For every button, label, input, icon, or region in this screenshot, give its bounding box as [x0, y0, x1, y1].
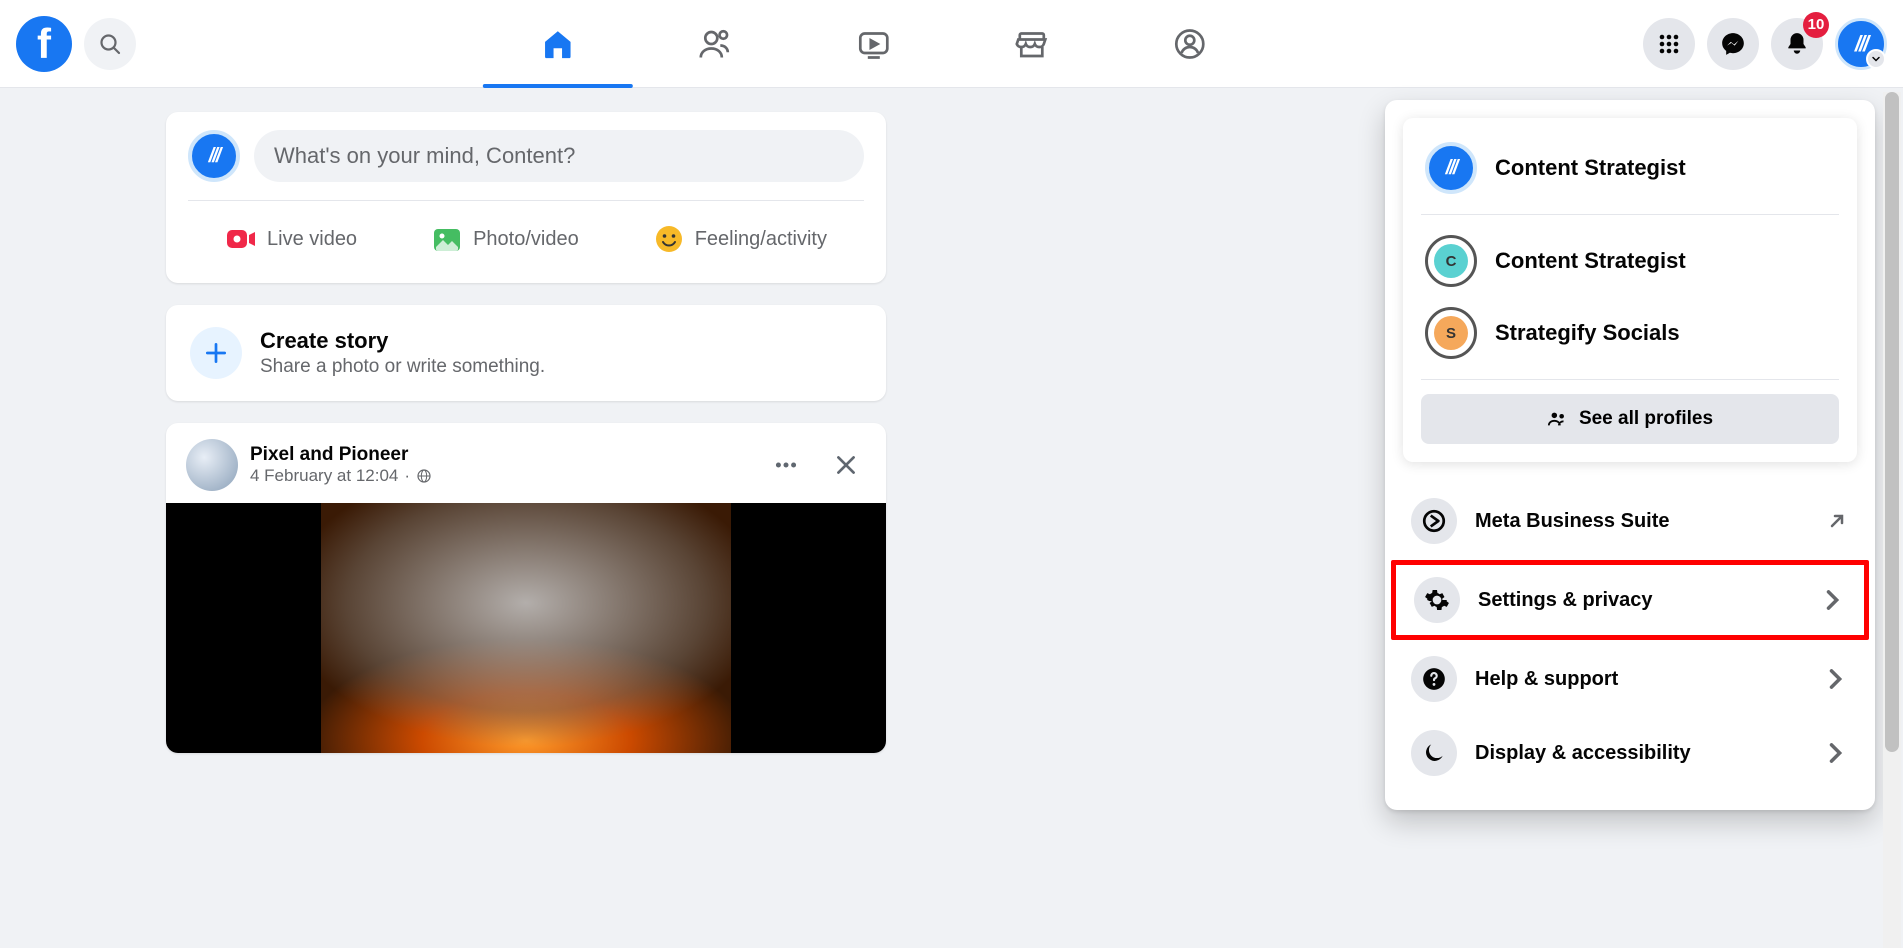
divider	[1421, 214, 1839, 215]
post-close-button[interactable]	[826, 445, 866, 485]
menu-settings-privacy[interactable]: Settings & privacy	[1396, 565, 1864, 635]
menu-meta-business[interactable]: Meta Business Suite	[1393, 486, 1867, 556]
post-author-name[interactable]: Pixel and Pioneer	[250, 444, 432, 466]
search-icon	[98, 32, 122, 56]
create-story-subtitle: Share a photo or write something.	[260, 356, 545, 378]
plus-icon	[203, 340, 229, 366]
chevron-right-icon	[1821, 739, 1849, 767]
home-icon	[540, 27, 574, 61]
post-timestamp[interactable]: 4 February at 12:04	[250, 466, 398, 486]
menu-item-label: Settings & privacy	[1478, 589, 1800, 612]
globe-icon	[416, 468, 432, 484]
feeling-label: Feeling/activity	[695, 228, 827, 251]
business-icon	[1411, 498, 1457, 544]
chevron-right-icon	[1821, 665, 1849, 693]
post-image	[321, 503, 731, 753]
messenger-button[interactable]	[1707, 18, 1759, 70]
composer-avatar[interactable]: ///	[188, 130, 240, 182]
close-icon	[833, 452, 859, 478]
menu-help-support[interactable]: Help & support	[1393, 644, 1867, 714]
video-icon	[855, 26, 891, 62]
menu-grid-button[interactable]	[1643, 18, 1695, 70]
nav-marketplace[interactable]	[956, 1, 1106, 87]
highlight-settings: Settings & privacy	[1391, 560, 1869, 640]
composer-input[interactable]: What's on your mind, Content?	[254, 130, 864, 182]
post-media[interactable]	[166, 503, 886, 753]
messenger-icon	[1720, 31, 1746, 57]
divider	[1421, 379, 1839, 380]
profile-name: Content Strategist	[1495, 248, 1686, 274]
feed-column: /// What's on your mind, Content? Live v…	[166, 88, 886, 753]
profile-avatar: ///	[1425, 142, 1477, 194]
menu-item-label: Help & support	[1475, 668, 1803, 691]
scrollbar[interactable]	[1883, 92, 1901, 948]
profile-name: Content Strategist	[1495, 155, 1686, 181]
composer-card: /// What's on your mind, Content? Live v…	[166, 112, 886, 283]
live-video-button[interactable]: Live video	[211, 213, 371, 265]
feeling-button[interactable]: Feeling/activity	[639, 213, 841, 265]
search-button[interactable]	[84, 18, 136, 70]
nav-home[interactable]	[482, 1, 632, 87]
post-more-button[interactable]	[766, 445, 806, 485]
friends-icon	[697, 26, 733, 62]
menu-item-label: Display & accessibility	[1475, 742, 1803, 765]
header-left: f	[16, 16, 136, 72]
header-right: 10 ///	[1643, 18, 1887, 70]
chevron-right-icon	[1818, 586, 1846, 614]
moon-icon	[1411, 730, 1457, 776]
header-nav	[482, 0, 1264, 87]
post-meta: 4 February at 12:04 ·	[250, 466, 432, 486]
nav-friends[interactable]	[640, 1, 790, 87]
profile-switcher-card: /// Content Strategist C Content Strateg…	[1403, 118, 1857, 462]
nav-video[interactable]	[798, 1, 948, 87]
account-menu-button[interactable]: ///	[1835, 18, 1887, 70]
see-all-profiles-button[interactable]: See all profiles	[1421, 394, 1839, 444]
notification-badge: 10	[1803, 12, 1829, 38]
marketplace-icon	[1013, 26, 1049, 62]
dots-icon	[773, 452, 799, 478]
post-author-avatar[interactable]	[186, 439, 238, 491]
help-icon	[1411, 656, 1457, 702]
external-icon	[1825, 509, 1849, 533]
grid-icon	[1657, 32, 1681, 56]
live-video-label: Live video	[267, 228, 357, 251]
facebook-logo[interactable]: f	[16, 16, 72, 72]
profile-row-main[interactable]: /// Content Strategist	[1421, 132, 1839, 204]
smile-icon	[653, 223, 685, 255]
camera-icon	[225, 223, 257, 255]
photo-video-label: Photo/video	[473, 228, 579, 251]
menu-display-accessibility[interactable]: Display & accessibility	[1393, 718, 1867, 788]
header-bar: f 10 ///	[0, 0, 1903, 88]
notifications-button[interactable]: 10	[1771, 18, 1823, 70]
nav-groups[interactable]	[1114, 1, 1264, 87]
see-all-label: See all profiles	[1579, 408, 1713, 430]
divider	[188, 200, 864, 201]
chevron-down-icon	[1866, 49, 1886, 69]
scroll-thumb[interactable]	[1885, 92, 1899, 752]
create-story-card[interactable]: Create story Share a photo or write some…	[166, 305, 886, 401]
groups-icon	[1171, 26, 1207, 62]
post-card: Pixel and Pioneer 4 February at 12:04 ·	[166, 423, 886, 753]
page-avatar: S	[1425, 307, 1477, 359]
photo-video-button[interactable]: Photo/video	[417, 213, 593, 265]
create-story-title: Create story	[260, 328, 545, 354]
profile-row-page-2[interactable]: S Strategify Socials	[1421, 297, 1839, 369]
menu-item-label: Meta Business Suite	[1475, 510, 1807, 533]
page-avatar: C	[1425, 235, 1477, 287]
profile-row-page-1[interactable]: C Content Strategist	[1421, 225, 1839, 297]
create-story-plus[interactable]	[190, 327, 242, 379]
gear-icon	[1414, 577, 1460, 623]
photo-icon	[431, 223, 463, 255]
account-dropdown: /// Content Strategist C Content Strateg…	[1385, 100, 1875, 810]
people-icon	[1547, 408, 1569, 430]
profile-name: Strategify Socials	[1495, 320, 1680, 346]
